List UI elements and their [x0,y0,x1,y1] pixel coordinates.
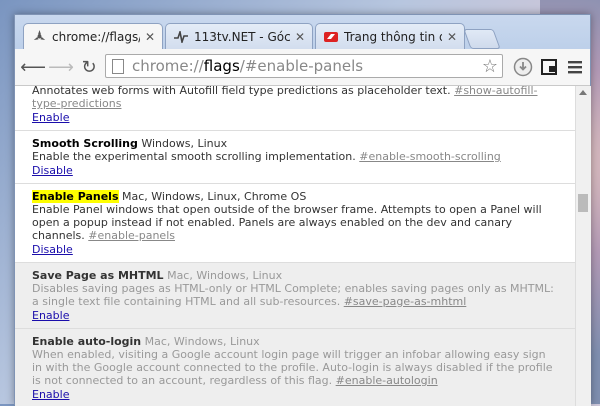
close-icon[interactable]: ✕ [294,30,306,44]
experiment-enable-autologin: Enable auto-login Mac, Windows, Linux Wh… [15,329,575,406]
address-bar[interactable]: chrome://flags/#enable-panels ☆ [105,54,503,78]
new-tab-button[interactable] [463,29,501,49]
tab-title: Trang thông tin d [344,29,442,44]
permalink[interactable]: #enable-smooth-scrolling [359,150,501,163]
experiment-description: Annotates web forms with Autofill field … [32,86,559,110]
page-icon [112,58,124,74]
arrow-left-icon: ⟵ [20,56,46,78]
tab-title: chrome://flags/#e [52,29,140,44]
experiment-name: Enable auto-login [32,335,142,348]
scroll-up-icon[interactable] [579,90,587,95]
experiment-name: Enable Panels [32,190,119,203]
arrow-right-icon: ⟶ [48,56,74,78]
url-path: /#enable-panels [239,57,364,75]
description-text: Disables saving pages as HTML-only or HT… [32,282,554,308]
close-icon[interactable]: ✕ [446,30,458,44]
menu-button[interactable] [563,55,587,79]
experiment-smooth-scrolling: Smooth Scrolling Windows, Linux Enable t… [15,131,575,184]
url-scheme: chrome:// [132,57,204,75]
reload-button[interactable]: ↻ [77,55,101,79]
vertical-scrollbar[interactable] [575,86,591,406]
hamburger-menu-icon [568,61,582,74]
enable-link[interactable]: Enable [32,309,69,322]
flags-icon [32,30,46,44]
reload-icon: ↻ [81,56,97,78]
forward-button[interactable]: ⟶ [48,55,74,79]
pulse-icon [174,30,188,44]
tab-flags[interactable]: chrome://flags/#e ✕ [23,23,163,49]
extension-button[interactable] [511,55,535,79]
panel-icon [541,59,557,75]
scrollbar-thumb[interactable] [578,194,588,212]
experiment-platforms: Mac, Windows, Linux [167,269,283,282]
experiment-name: Smooth Scrolling [32,137,138,150]
browser-window: chrome://flags/#e ✕ 113tv.NET - Góc n ✕ … [14,14,591,406]
experiment-platforms: Windows, Linux [141,137,228,150]
description-text: Annotates web forms with Autofill field … [32,86,451,97]
back-button[interactable]: ⟵ [20,55,46,79]
enable-link[interactable]: Enable [32,388,69,401]
description-text: When enabled, visiting a Google account … [32,348,553,387]
experiment-platforms: Mac, Windows, Linux [144,335,260,348]
experiment-name: Save Page as MHTML [32,269,164,282]
experiment-autofill-predictions: Annotates web forms with Autofill field … [15,86,575,131]
enable-link[interactable]: Enable [32,111,69,124]
bookmark-star-icon[interactable]: ☆ [482,56,498,77]
experiment-enable-panels: Enable Panels Mac, Windows, Linux, Chrom… [15,184,575,263]
permalink[interactable]: #save-page-as-mhtml [344,295,467,308]
toolbar: ⟵ ⟶ ↻ chrome://flags/#enable-panels ☆ [15,49,590,86]
panel-button[interactable] [537,55,561,79]
close-icon[interactable]: ✕ [144,30,156,44]
tab-title: 113tv.NET - Góc n [194,29,290,44]
brand-icon [324,30,338,44]
tab-113tv[interactable]: 113tv.NET - Góc n ✕ [165,23,313,49]
download-circle-icon [513,57,533,77]
disable-link[interactable]: Disable [32,243,73,256]
disable-link[interactable]: Disable [32,164,73,177]
tab-strip: chrome://flags/#e ✕ 113tv.NET - Góc n ✕ … [15,15,590,49]
description-text: Enable the experimental smooth scrolling… [32,150,356,163]
permalink[interactable]: #enable-panels [88,229,175,242]
tab-trang-thong-tin[interactable]: Trang thông tin d ✕ [315,23,465,49]
flags-page: Annotates web forms with Autofill field … [15,86,575,406]
url-host: flags [203,57,240,75]
experiment-platforms: Mac, Windows, Linux, Chrome OS [122,190,307,203]
permalink[interactable]: #enable-autologin [336,374,438,387]
experiment-save-page-mhtml: Save Page as MHTML Mac, Windows, Linux D… [15,263,575,329]
